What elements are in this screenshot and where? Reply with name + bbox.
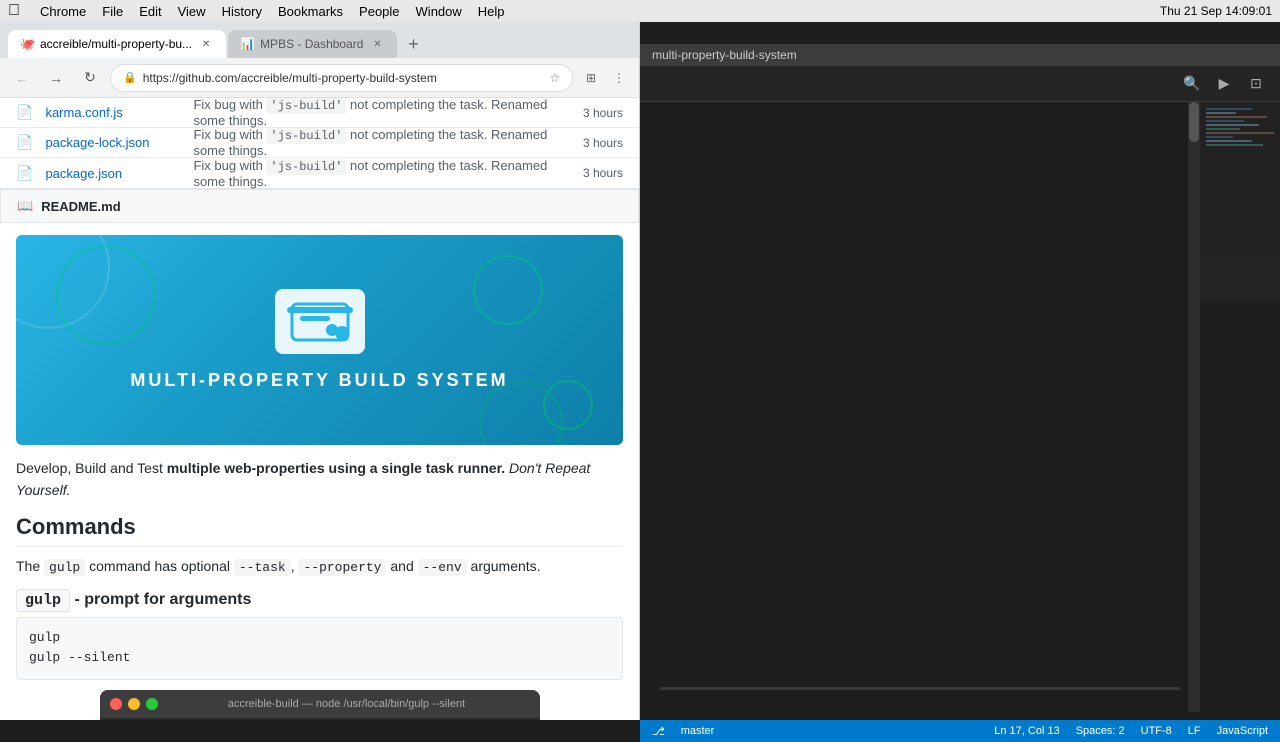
vscode-titlebar: multi-property-build-system [640,44,1280,66]
vscode-editor [640,102,1280,720]
back-button[interactable]: ← [8,64,36,92]
terminal-minimize-btn[interactable] [128,698,140,710]
menu-history[interactable]: History [222,4,262,19]
hero-title: MULTI-PROPERTY BUILD SYSTEM [130,370,508,391]
menu-bookmarks[interactable]: Bookmarks [278,4,343,19]
vscode-status-text: master [681,725,715,737]
tab-github-close[interactable]: ✕ [198,36,214,52]
forward-button[interactable]: → [42,64,70,92]
tab-mpbs-favicon: 📊 [240,37,254,51]
vscode-statusbar: ⎇ master Ln 17, Col 13 Spaces: 2 UTF-8 L… [640,720,1280,742]
vscode-panel: multi-property-build-system 🔍 ▶ ⊡ [640,44,1280,742]
vscode-encoding: UTF-8 [1141,725,1172,737]
vscode-eol: LF [1188,725,1201,737]
file-icon: 📄 [16,165,33,182]
code-block: gulp gulp --silent [16,617,623,681]
tab-github-favicon: 🐙 [20,37,34,51]
vscode-scrollbar[interactable] [1188,102,1200,712]
vscode-title: multi-property-build-system [652,48,797,62]
url-bar[interactable]: 🔒 https://github.com/accreible/multi-pro… [110,64,573,92]
file-row: 📄 karma.conf.js Fix bug with 'js-build' … [0,98,639,128]
hero-icon [275,289,365,354]
hero-banner: MULTI-PROPERTY BUILD SYSTEM [16,235,623,445]
vscode-toolbar: 🔍 ▶ ⊡ [640,66,1280,102]
vscode-scrollbar-thumb[interactable] [1189,102,1199,142]
tab-bar: 🐙 accreible/multi-property-bu... ✕ 📊 MPB… [0,22,639,58]
file-message-karma: Fix bug with 'js-build' not completing t… [193,98,575,128]
menu-people[interactable]: People [359,4,399,19]
terminal-maximize-btn[interactable] [146,698,158,710]
bookmark-star-icon[interactable]: ☆ [549,71,560,85]
gulp-heading-desc: - prompt for arguments [70,591,251,608]
file-message-pkglock: Fix bug with 'js-build' not completing t… [193,127,575,158]
hero-circle-3 [543,380,593,430]
address-bar-icons: ⊞ ⋮ [579,66,631,90]
tab-github[interactable]: 🐙 accreible/multi-property-bu... ✕ [8,30,226,58]
apple-menu[interactable]:  [8,2,20,20]
mac-menubar:  Chrome File Edit View History Bookmark… [0,0,1280,22]
menu-window[interactable]: Window [416,4,462,19]
file-list: 📄 karma.conf.js Fix bug with 'js-build' … [0,98,639,189]
file-name-karma[interactable]: karma.conf.js [45,105,185,120]
menu-help[interactable]: Help [478,4,505,19]
new-tab-button[interactable]: + [399,30,427,58]
code-line-2: gulp --silent [29,648,610,669]
tab-mpbs-close[interactable]: ✕ [369,36,385,52]
file-name-pkg[interactable]: package.json [45,166,185,181]
file-time-pkg: 3 hours [583,166,623,180]
vscode-split-icon[interactable]: ⊡ [1244,72,1268,96]
hero-circle-1 [56,245,156,345]
vscode-line-hint [660,687,1180,690]
commands-heading: Commands [16,514,623,547]
chrome-menu-icon[interactable]: ⋮ [607,66,631,90]
terminal-titlebar: accreible-build — node /usr/local/bin/gu… [100,690,540,718]
menu-edit[interactable]: Edit [139,4,161,19]
chrome-window: 🐙 accreible/multi-property-bu... ✕ 📊 MPB… [0,22,640,720]
menu-chrome[interactable]: Chrome [40,4,86,19]
file-icon: 📄 [16,104,33,121]
url-text: https://github.com/accreible/multi-prope… [143,71,544,85]
readme-header: 📖 README.md [0,189,639,223]
extensions-icon[interactable]: ⊞ [579,66,603,90]
menu-file[interactable]: File [102,4,123,19]
vscode-branch-icon: ⎇ [652,725,665,738]
commands-paragraph: The gulp command has optional --task, --… [16,555,623,579]
readme-filename: README.md [41,199,120,214]
file-row: 📄 package.json Fix bug with 'js-build' n… [0,158,639,188]
tab-mpbs-title: MPBS - Dashboard [260,37,363,51]
tab-github-title: accreible/multi-property-bu... [40,37,192,51]
readme-book-icon: 📖 [17,198,33,214]
address-bar: ← → ↻ 🔒 https://github.com/accreible/mul… [0,58,639,98]
readme-content: MULTI-PROPERTY BUILD SYSTEM Develop, Bui… [0,223,639,720]
gulp-heading: gulp - prompt for arguments [16,591,623,609]
lock-icon: 🔒 [123,71,137,84]
code-line-1: gulp [29,628,610,649]
vscode-line-col: Ln 17, Col 13 [994,725,1059,737]
vscode-play-icon[interactable]: ▶ [1212,72,1236,96]
file-message-pkg: Fix bug with 'js-build' not completing t… [193,158,575,189]
menubar-right-icons: Thu 21 Sep 14:09:01 [1160,4,1272,18]
reload-button[interactable]: ↻ [76,64,104,92]
file-time-pkglock: 3 hours [583,136,623,150]
vscode-language: JavaScript [1217,725,1268,737]
terminal-close-btn[interactable] [110,698,122,710]
vscode-minimap [1200,102,1280,302]
vscode-statusbar-right: Ln 17, Col 13 Spaces: 2 UTF-8 LF JavaScr… [994,725,1268,737]
hero-svg [290,302,350,342]
menubar-time: Thu 21 Sep 14:09:01 [1160,4,1272,18]
file-time-karma: 3 hours [583,106,623,120]
file-icon: 📄 [16,134,33,151]
gulp-code: gulp [16,589,70,612]
vscode-spaces: Spaces: 2 [1076,725,1125,737]
page-content: 📄 karma.conf.js Fix bug with 'js-build' … [0,98,639,720]
terminal-screenshot: accreible-build — node /usr/local/bin/gu… [100,690,540,720]
readme-description: Develop, Build and Test multiple web-pro… [16,457,623,502]
file-name-pkglock[interactable]: package-lock.json [45,135,185,150]
file-row: 📄 package-lock.json Fix bug with 'js-bui… [0,128,639,158]
menu-view[interactable]: View [178,4,206,19]
vscode-search-icon[interactable]: 🔍 [1180,72,1204,96]
tab-mpbs[interactable]: 📊 MPBS - Dashboard ✕ [228,30,397,58]
terminal-title: accreible-build — node /usr/local/bin/gu… [164,698,530,710]
hero-circle-2 [473,255,543,325]
